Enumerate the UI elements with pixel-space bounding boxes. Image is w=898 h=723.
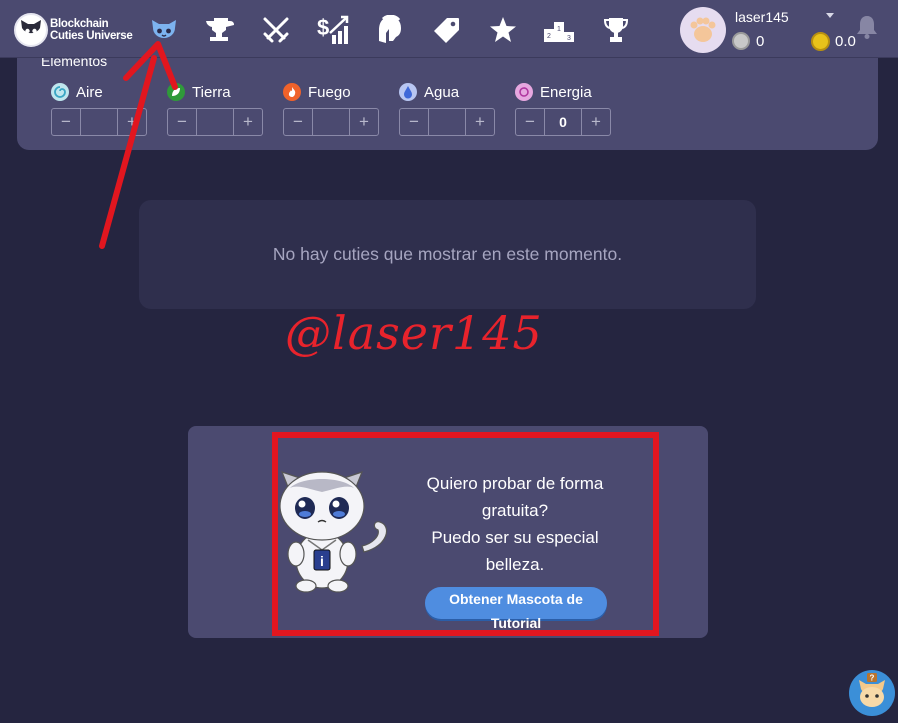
energy-swirl-icon bbox=[515, 83, 533, 101]
crossed-swords-icon[interactable] bbox=[260, 14, 292, 46]
increment-button[interactable]: + bbox=[350, 109, 378, 135]
chevron-down-icon[interactable] bbox=[826, 13, 834, 18]
decrement-button[interactable]: − bbox=[516, 109, 544, 135]
spartan-helmet-icon[interactable] bbox=[374, 14, 406, 46]
empty-state-message: No hay cuties que mostrar en este moment… bbox=[272, 244, 623, 264]
energia-stepper: − 0 + bbox=[515, 108, 611, 136]
logo-line-1: Blockchain bbox=[50, 18, 109, 30]
decrement-button[interactable]: − bbox=[284, 109, 312, 135]
help-assistant-icon[interactable]: ? bbox=[849, 670, 895, 716]
wind-swirl-icon bbox=[51, 83, 69, 101]
tierra-stepper: − + bbox=[167, 108, 263, 136]
aire-value-input[interactable] bbox=[80, 109, 118, 135]
filter-element-fuego: Fuego − + bbox=[283, 81, 379, 136]
svg-text:1: 1 bbox=[557, 26, 561, 33]
filter-element-label: Fuego bbox=[308, 83, 351, 101]
agua-value-input[interactable] bbox=[428, 109, 466, 135]
page: Elementos Aire − + Tierra − + Fuego − + … bbox=[0, 0, 898, 723]
decrement-button[interactable]: − bbox=[400, 109, 428, 135]
tag-icon[interactable] bbox=[431, 14, 463, 46]
agua-stepper: − + bbox=[399, 108, 495, 136]
increment-button[interactable]: + bbox=[466, 109, 494, 135]
fuego-value-input[interactable] bbox=[312, 109, 350, 135]
dollar-chart-icon[interactable]: $ bbox=[317, 14, 349, 46]
filter-element-label: Agua bbox=[424, 83, 460, 101]
svg-text:2: 2 bbox=[547, 33, 551, 40]
empty-state-box: No hay cuties que mostrar en este moment… bbox=[139, 200, 756, 309]
svg-text:3: 3 bbox=[567, 35, 571, 42]
username: laser145 bbox=[735, 9, 789, 25]
increment-button[interactable]: + bbox=[118, 109, 146, 135]
leaf-icon bbox=[167, 83, 185, 101]
logo-line-2: Cuties Universe bbox=[50, 30, 133, 42]
tutorial-cat-illustration: i bbox=[279, 471, 388, 593]
get-tutorial-pet-button[interactable]: Obtener Mascota de Tutorial bbox=[425, 587, 607, 631]
tierra-value-input[interactable] bbox=[196, 109, 234, 135]
cat-icon[interactable] bbox=[148, 14, 180, 46]
filter-element-label: Energia bbox=[540, 83, 592, 101]
filter-element-label: Tierra bbox=[192, 83, 231, 101]
svg-text:?: ? bbox=[870, 674, 875, 683]
increment-button[interactable]: + bbox=[582, 109, 610, 135]
filter-element-energia: Energia − 0 + bbox=[515, 81, 611, 136]
cutie-logo-icon bbox=[14, 13, 48, 47]
gold-coin-icon bbox=[811, 32, 830, 51]
svg-text:i: i bbox=[320, 553, 324, 569]
gold-balance: 0.0 bbox=[811, 32, 856, 51]
decrement-button[interactable]: − bbox=[52, 109, 80, 135]
trophy-icon[interactable] bbox=[600, 14, 632, 46]
fuego-stepper: − + bbox=[283, 108, 379, 136]
svg-text:$: $ bbox=[317, 15, 329, 40]
watermark-text: @laser145 bbox=[285, 306, 543, 360]
decrement-button[interactable]: − bbox=[168, 109, 196, 135]
filter-element-tierra: Tierra − + bbox=[167, 81, 263, 136]
anvil-icon[interactable] bbox=[204, 14, 236, 46]
water-drop-icon bbox=[399, 83, 417, 101]
filter-element-label: Aire bbox=[76, 83, 103, 101]
silver-coin-icon bbox=[732, 32, 750, 50]
tutorial-message: Quiero probar de forma gratuita? Puedo s… bbox=[420, 470, 610, 578]
podium-icon[interactable]: 1 2 3 bbox=[543, 14, 575, 46]
app-logo[interactable]: Blockchain Cuties Universe bbox=[14, 13, 134, 47]
aire-stepper: − + bbox=[51, 108, 147, 136]
top-navigation-bar: Blockchain Cuties Universe $ 1 2 3 laser… bbox=[0, 0, 898, 58]
filter-element-agua: Agua − + bbox=[399, 81, 495, 136]
tutorial-line-1: Quiero probar de forma gratuita? bbox=[426, 474, 604, 520]
filter-element-aire: Aire − + bbox=[51, 81, 147, 136]
star-icon[interactable] bbox=[487, 14, 519, 46]
energia-value-input[interactable]: 0 bbox=[544, 109, 582, 135]
user-avatar[interactable] bbox=[680, 7, 726, 53]
gold-balance-value: 0.0 bbox=[835, 33, 856, 50]
fire-icon bbox=[283, 83, 301, 101]
increment-button[interactable]: + bbox=[234, 109, 262, 135]
tutorial-line-2: Puedo ser su especial belleza. bbox=[431, 528, 599, 574]
silver-balance: 0 bbox=[732, 32, 764, 50]
bell-icon[interactable] bbox=[855, 14, 879, 45]
silver-balance-value: 0 bbox=[756, 32, 765, 50]
